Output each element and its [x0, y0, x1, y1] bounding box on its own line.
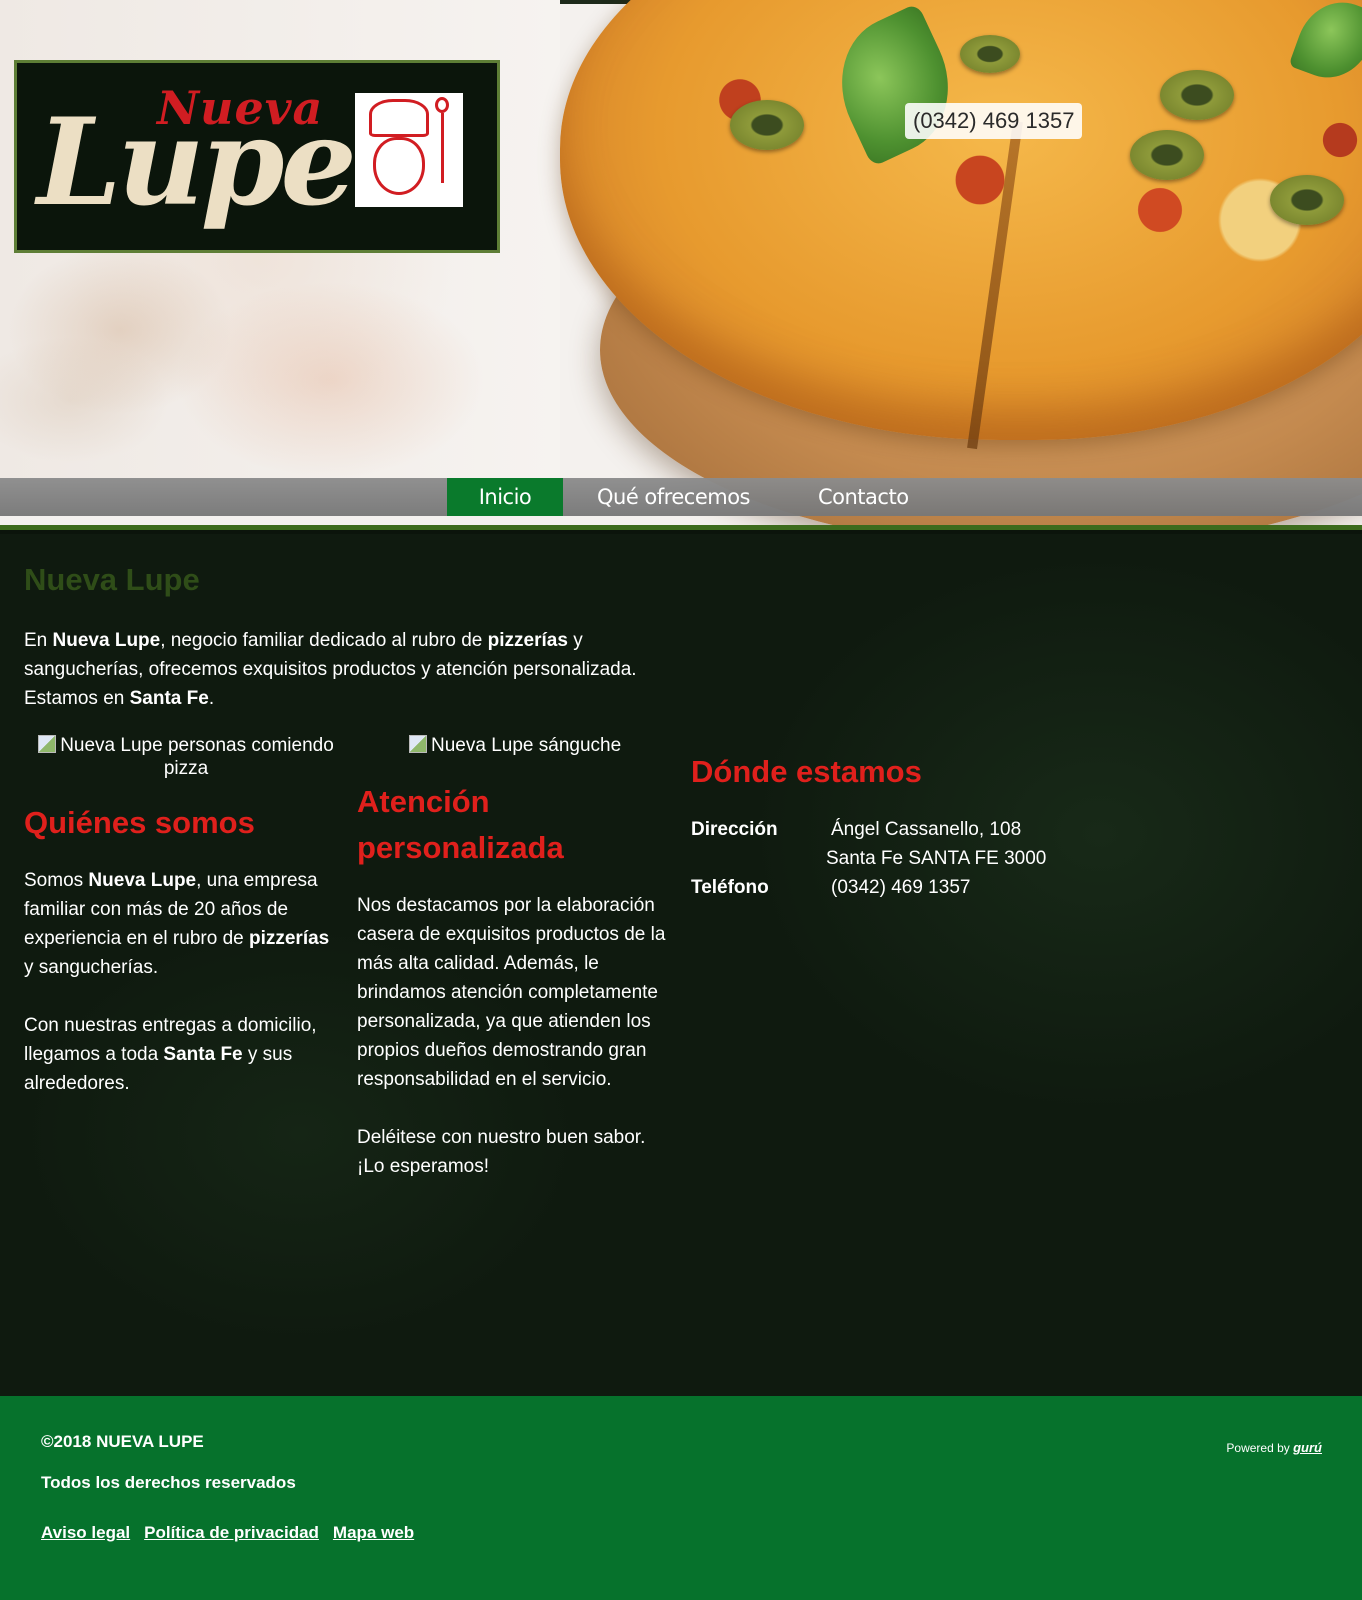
header-divider	[0, 525, 1362, 530]
address-line-1: Ángel Cassanello, 108	[831, 819, 1022, 840]
image-personas-comiendo-pizza: Nueva Lupe personas comiendo pizza	[24, 734, 344, 780]
olive-image	[1160, 70, 1234, 120]
nav-item-contacto[interactable]: Contacto	[818, 478, 909, 516]
broken-image-icon	[38, 735, 57, 753]
column-donde-estamos: Dónde estamos Dirección Ángel Cassanello…	[691, 749, 1111, 902]
body-bold-text: pizzerías	[248, 928, 330, 949]
powered-by-brand-link[interactable]: gurú	[1293, 1440, 1322, 1455]
footer-copyright: ©2018 NUEVA LUPE	[41, 1432, 204, 1451]
nav-item-que-ofrecemos[interactable]: Qué ofrecemos	[597, 478, 750, 516]
header-phone-badge[interactable]: (0342) 469 1357	[905, 103, 1083, 139]
olive-image	[960, 35, 1020, 73]
chef-hat-shape	[369, 99, 429, 137]
phone-value[interactable]: (0342) 469 1357	[831, 873, 1111, 902]
footer-link-aviso-legal[interactable]: Aviso legal	[41, 1523, 130, 1543]
footer-links: Aviso legal Política de privacidad Mapa …	[41, 1523, 414, 1543]
site-footer: ©2018 NUEVA LUPE Todos los derechos rese…	[0, 1396, 1362, 1600]
olive-image	[1130, 130, 1204, 180]
chef-icon	[355, 93, 463, 207]
site-header: Lupe Nueva (0342) 469 1357 Inicio Qué of…	[0, 0, 1362, 530]
main-content: Nueva Lupe En Nueva Lupe, negocio famili…	[0, 534, 1362, 1396]
chef-spoon-handle	[441, 113, 444, 183]
contact-info-table: Dirección Ángel Cassanello, 108 Santa Fe…	[691, 815, 1111, 902]
intro-text: .	[208, 688, 215, 709]
section-title-quienes-somos: Quiénes somos	[24, 805, 255, 840]
section-title-atencion-personalizada: Atención personalizada	[357, 784, 564, 865]
address-value: Ángel Cassanello, 108 Santa Fe SANTA FE …	[826, 815, 1111, 873]
intro-text: , negocio familiar dedicado al rubro de	[160, 630, 488, 651]
intro-bold-text: Nueva Lupe	[52, 630, 161, 651]
intro-text: En	[24, 630, 53, 651]
column-atencion-personalizada: Nueva Lupe sánguche Atención personaliza…	[357, 734, 677, 1181]
paragraph: Somos Nueva Lupe, una empresa familiar c…	[24, 866, 344, 982]
paragraph: Nos destacamos por la elaboración casera…	[357, 895, 666, 1090]
chef-face-shape	[373, 137, 425, 195]
body-text: y sangucherías.	[24, 957, 159, 978]
olive-image	[1270, 175, 1344, 225]
page-title: Nueva Lupe	[24, 562, 200, 597]
footer-link-mapa-web[interactable]: Mapa web	[333, 1523, 414, 1543]
section-title-donde-estamos: Dónde estamos	[691, 754, 922, 789]
intro-bold-text: Santa Fe	[129, 688, 209, 709]
address-row: Dirección Ángel Cassanello, 108 Santa Fe…	[691, 815, 1111, 873]
body-text: Somos	[24, 870, 89, 891]
nav-item-inicio[interactable]: Inicio	[447, 478, 563, 516]
footer-rights: Todos los derechos reservados	[41, 1473, 296, 1492]
body-bold-text: Nueva Lupe	[88, 870, 197, 891]
paragraph: Con nuestras entregas a domicilio, llega…	[24, 1011, 344, 1098]
phone-label: Teléfono	[691, 877, 769, 898]
logo-wordmark-nueva: Nueva	[157, 81, 324, 135]
image-alt-text: Nueva Lupe sánguche	[431, 735, 622, 756]
address-line-2: Santa Fe SANTA FE 3000	[826, 848, 1047, 869]
chef-spoon-shape	[435, 97, 449, 113]
image-alt-text: Nueva Lupe personas comiendo pizza	[60, 735, 334, 779]
intro-bold-text: pizzerías	[487, 630, 568, 651]
site-logo[interactable]: Lupe Nueva	[14, 60, 500, 253]
main-navigation: Inicio Qué ofrecemos Contacto	[447, 478, 909, 516]
powered-by-text: Powered by	[1226, 1441, 1294, 1455]
image-sanguche: Nueva Lupe sánguche	[357, 734, 677, 757]
footer-link-politica-privacidad[interactable]: Política de privacidad	[144, 1523, 319, 1543]
broken-image-icon	[409, 735, 427, 753]
address-label: Dirección	[691, 819, 778, 840]
column-quienes-somos: Nueva Lupe personas comiendo pizza Quién…	[24, 734, 344, 1098]
intro-paragraph: En Nueva Lupe, negocio familiar dedicado…	[24, 626, 684, 713]
olive-image	[730, 100, 804, 150]
paragraph: Deléitese con nuestro buen sabor. ¡Lo es…	[357, 1127, 646, 1177]
phone-row: Teléfono (0342) 469 1357	[691, 873, 1111, 902]
section-body-quienes-somos: Somos Nueva Lupe, una empresa familiar c…	[24, 866, 344, 1098]
powered-by: Powered by gurú	[1226, 1440, 1322, 1455]
body-bold-text: Santa Fe	[163, 1044, 243, 1065]
section-body-atencion-personalizada: Nos destacamos por la elaboración casera…	[357, 891, 677, 1181]
